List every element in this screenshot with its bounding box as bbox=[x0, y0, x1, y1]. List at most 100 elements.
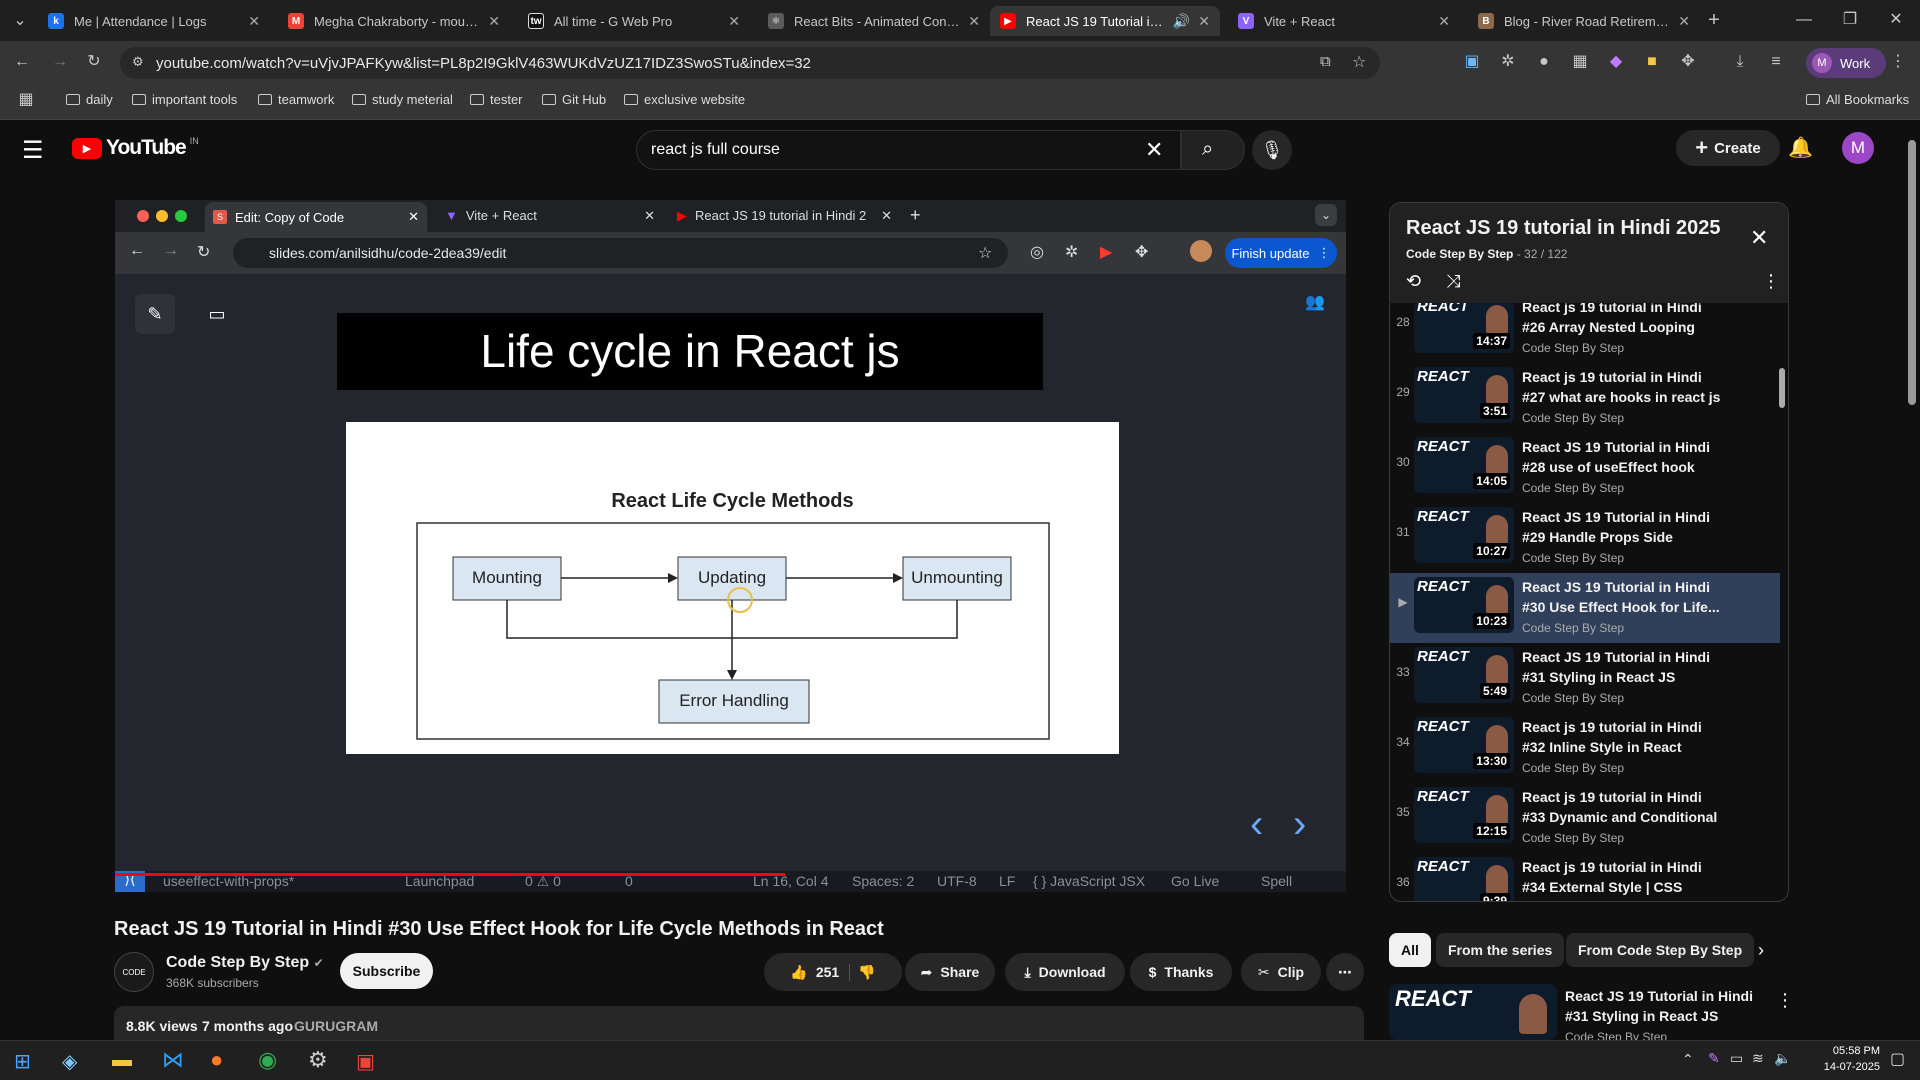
menu-kebab-icon[interactable]: ⋮ bbox=[1776, 990, 1794, 1011]
playlist-title[interactable]: React JS 19 tutorial in Hindi 2025 bbox=[1406, 217, 1721, 240]
reload-icon[interactable]: ↻ bbox=[82, 50, 106, 74]
thumbs-down-icon[interactable]: 👎 bbox=[858, 964, 875, 981]
search-button[interactable]: ⌕ bbox=[1181, 130, 1245, 170]
bookmark-folder[interactable]: important tools bbox=[132, 92, 237, 107]
restore-icon[interactable]: ❐ bbox=[1838, 8, 1862, 32]
filter-channel[interactable]: From Code Step By Step bbox=[1566, 933, 1755, 967]
browser-tab-active[interactable]: ▶ React JS 19 Tutorial in Hindi 🔊 ✕ bbox=[990, 6, 1220, 36]
profile-chip[interactable]: M Work bbox=[1806, 48, 1886, 78]
playlist-item[interactable]: 28 REACT 14:37 React js 19 tutorial in Hind… bbox=[1390, 303, 1780, 363]
video-player[interactable]: S Edit: Copy of Code ✕ ▼ Vite + React ✕ ▶ R… bbox=[115, 200, 1346, 892]
playlist-scrollbar[interactable] bbox=[1779, 368, 1785, 408]
playlist-item[interactable]: 29 REACT 3:51 React js 19 tutorial in Hindi… bbox=[1390, 363, 1780, 433]
close-icon[interactable]: ✕ bbox=[248, 13, 260, 30]
close-window-icon[interactable]: ✕ bbox=[1884, 8, 1908, 32]
like-button[interactable]: 👍 251 bbox=[790, 963, 851, 981]
puzzle-icon[interactable]: ✥ bbox=[1676, 50, 1700, 74]
settings-gear-icon[interactable]: ⚙ bbox=[308, 1047, 328, 1073]
menu-kebab-icon[interactable]: ⋮ bbox=[1886, 50, 1910, 74]
recommended-title[interactable]: React JS 19 Tutorial in Hindi #31 Stylin… bbox=[1565, 986, 1765, 1026]
app-icon[interactable]: ▣ bbox=[356, 1049, 375, 1074]
playlist-item[interactable]: 33 REACT 5:49 React JS 19 Tutorial in Hindi… bbox=[1390, 643, 1780, 713]
extension-icon[interactable]: ◆ bbox=[1604, 50, 1628, 74]
browser-tab[interactable]: B Blog - River Road Retirement R ✕ bbox=[1468, 6, 1700, 36]
share-button[interactable]: ➦ Share bbox=[905, 953, 995, 991]
extension-icon[interactable]: ▣ bbox=[1460, 50, 1484, 74]
bookmark-folder[interactable]: exclusive website bbox=[624, 92, 745, 107]
clock-time[interactable]: 05:58 PM bbox=[1800, 1045, 1880, 1057]
bookmark-star-icon[interactable]: ☆ bbox=[1352, 52, 1366, 72]
avatar[interactable]: M bbox=[1842, 132, 1874, 164]
hamburger-menu-icon[interactable]: ☰ bbox=[22, 136, 44, 165]
playlist-item[interactable]: 35 REACT 12:15 React js 19 tutorial in Hind… bbox=[1390, 783, 1780, 853]
create-button[interactable]: + Create bbox=[1676, 130, 1780, 166]
extension-icon[interactable]: ● bbox=[1532, 50, 1556, 74]
media-icon[interactable]: ≡ bbox=[1764, 50, 1788, 74]
filter-all[interactable]: All bbox=[1389, 933, 1431, 967]
recommended-thumbnail[interactable]: REACT bbox=[1389, 984, 1557, 1040]
chevron-right-icon[interactable]: › bbox=[1758, 940, 1764, 961]
close-icon[interactable]: ✕ bbox=[728, 13, 740, 30]
copilot-icon[interactable]: ◈ bbox=[62, 1049, 77, 1074]
pen-icon[interactable]: ✎ bbox=[1708, 1050, 1720, 1067]
youtube-logo[interactable]: ▶ YouTube IN bbox=[72, 136, 199, 160]
chevron-up-icon[interactable]: ⌃ bbox=[1682, 1051, 1694, 1068]
clip-button[interactable]: ✂ Clip bbox=[1241, 953, 1321, 991]
forward-icon[interactable]: → bbox=[48, 50, 72, 74]
playlist-item[interactable]: 31 REACT 10:27 React JS 19 Tutorial in Hind… bbox=[1390, 503, 1780, 573]
vscode-icon[interactable]: ⋈ bbox=[162, 1047, 184, 1073]
bookmark-folder[interactable]: Git Hub bbox=[542, 92, 606, 107]
playlist-item-current[interactable]: ▶ REACT 10:23 React JS 19 Tutorial in Hindi… bbox=[1390, 573, 1780, 643]
minimize-icon[interactable]: — bbox=[1792, 8, 1816, 32]
close-icon[interactable]: ✕ bbox=[968, 13, 980, 30]
file-explorer-icon[interactable]: ▬ bbox=[112, 1049, 132, 1072]
site-info-icon[interactable]: ⚙ bbox=[132, 54, 144, 70]
close-icon[interactable]: ✕ bbox=[1438, 13, 1450, 30]
search-input[interactable]: react js full course ✕ bbox=[636, 130, 1181, 170]
more-actions-button[interactable]: ⋯ bbox=[1326, 953, 1364, 991]
install-icon[interactable]: ⧉ bbox=[1320, 53, 1331, 70]
all-bookmarks[interactable]: All Bookmarks bbox=[1806, 92, 1909, 107]
close-playlist-icon[interactable]: ✕ bbox=[1750, 225, 1768, 251]
voice-search-button[interactable]: 🎙 bbox=[1252, 130, 1292, 170]
monitor-icon[interactable]: ▭ bbox=[1730, 1050, 1743, 1067]
description-box[interactable]: 8.8K views 7 months ago GURUGRAM bbox=[114, 1006, 1364, 1040]
address-bar[interactable]: ⚙ youtube.com/watch?v=uVjvJPAFKyw&list=P… bbox=[120, 47, 1380, 79]
shuffle-icon[interactable]: ⤨ bbox=[1446, 271, 1460, 292]
notifications-bell-icon[interactable]: 🔔 bbox=[1788, 135, 1813, 160]
download-icon[interactable]: ⤓ bbox=[1728, 50, 1752, 74]
page-scrollbar[interactable] bbox=[1908, 140, 1916, 405]
playlist-item[interactable]: 36 REACT 9:39 React js 19 tutorial in Hindi… bbox=[1390, 853, 1780, 901]
channel-name[interactable]: Code Step By Step ✔ bbox=[166, 954, 324, 972]
clear-search-icon[interactable]: ✕ bbox=[1145, 137, 1163, 163]
firefox-icon[interactable]: ● bbox=[210, 1047, 223, 1073]
chrome-icon[interactable]: ◉ bbox=[258, 1047, 277, 1073]
close-icon[interactable]: ✕ bbox=[1198, 13, 1210, 30]
loop-icon[interactable]: ⟲ bbox=[1406, 271, 1421, 292]
playlist-item[interactable]: 30 REACT 14:05 React JS 19 Tutorial in Hind… bbox=[1390, 433, 1780, 503]
browser-tab[interactable]: k Me | Attendance | Logs ✕ bbox=[38, 6, 270, 36]
notification-center-icon[interactable]: ▢ bbox=[1890, 1049, 1905, 1069]
menu-kebab-icon[interactable]: ⋮ bbox=[1762, 271, 1780, 292]
close-icon[interactable]: ✕ bbox=[488, 13, 500, 30]
bookmark-folder[interactable]: teamwork bbox=[258, 92, 334, 107]
browser-tab[interactable]: tw All time - G Web Pro ✕ bbox=[518, 6, 750, 36]
bookmark-folder[interactable]: tester bbox=[470, 92, 523, 107]
clock-date[interactable]: 14-07-2025 bbox=[1800, 1061, 1880, 1073]
thanks-button[interactable]: $ Thanks bbox=[1130, 953, 1232, 991]
browser-tab[interactable]: M Megha Chakraborty - mousumi ✕ bbox=[278, 6, 510, 36]
apps-grid-icon[interactable]: ▦ bbox=[14, 88, 38, 112]
bookmark-folder[interactable]: daily bbox=[66, 92, 113, 107]
filter-series[interactable]: From the series bbox=[1436, 933, 1565, 967]
new-tab-icon[interactable]: + bbox=[1702, 8, 1726, 32]
tab-search-icon[interactable]: ⌄ bbox=[8, 9, 32, 33]
playlist-channel[interactable]: Code Step By Step bbox=[1406, 247, 1513, 261]
subscribe-button[interactable]: Subscribe bbox=[340, 953, 433, 989]
extension-icon[interactable]: ■ bbox=[1640, 50, 1664, 74]
browser-tab[interactable]: V Vite + React ✕ bbox=[1228, 6, 1460, 36]
wifi-icon[interactable]: ≋ bbox=[1752, 1050, 1764, 1067]
download-button[interactable]: ⤓ Download bbox=[1005, 953, 1125, 991]
windows-start-icon[interactable]: ⊞ bbox=[14, 1049, 31, 1074]
browser-tab[interactable]: ⚛ React Bits - Animated Content ✕ bbox=[758, 6, 990, 36]
bookmark-folder[interactable]: study meterial bbox=[352, 92, 453, 107]
